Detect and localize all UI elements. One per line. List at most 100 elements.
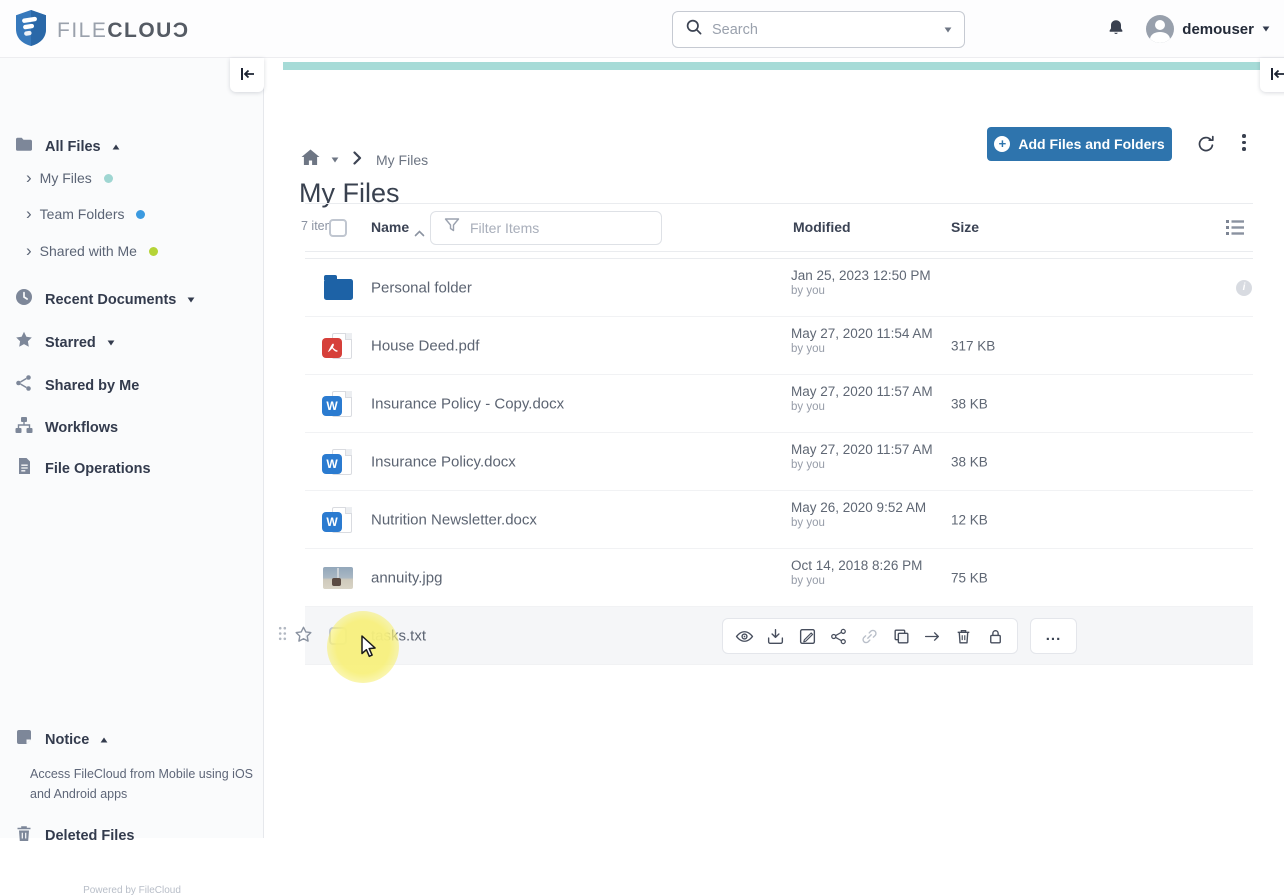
more-options-kebab-button[interactable] bbox=[1238, 130, 1250, 155]
link-icon[interactable] bbox=[857, 623, 883, 649]
sidebar-item-my-files[interactable]: › My Files bbox=[26, 170, 113, 186]
logo-text: FILECLOUƆ bbox=[57, 19, 190, 43]
filter-items-input[interactable] bbox=[470, 220, 651, 236]
modified-date: May 27, 2020 11:54 AM bbox=[791, 326, 933, 341]
file-name[interactable]: Nutrition Newsletter.docx bbox=[371, 511, 537, 528]
sort-ascending-icon[interactable] bbox=[414, 224, 425, 242]
plus-circle-icon: + bbox=[994, 136, 1010, 152]
folder-icon bbox=[322, 274, 354, 302]
add-files-button[interactable]: + Add Files and Folders bbox=[987, 127, 1172, 161]
home-icon[interactable] bbox=[300, 148, 321, 172]
sidebar-item-shared-by-me[interactable]: Shared by Me bbox=[14, 373, 139, 398]
sidebar-item-deleted-files[interactable]: Deleted Files bbox=[14, 823, 134, 848]
word-file-icon: W bbox=[322, 448, 354, 476]
sidebar-collapse-button[interactable] bbox=[230, 58, 264, 92]
status-dot bbox=[104, 174, 113, 183]
modified-by: by you bbox=[791, 343, 933, 355]
panel-collapse-button[interactable] bbox=[1260, 58, 1284, 92]
file-name[interactable]: Insurance Policy - Copy.docx bbox=[371, 395, 564, 412]
word-file-icon: W bbox=[322, 390, 354, 418]
image-thumbnail bbox=[322, 564, 354, 592]
name-column-header[interactable]: Name bbox=[371, 219, 409, 235]
click-highlight bbox=[327, 611, 399, 683]
modified-by: by you bbox=[791, 459, 933, 471]
sidebar-item-recent-documents[interactable]: Recent Documents bbox=[14, 287, 195, 312]
user-menu[interactable]: demouser bbox=[1146, 15, 1270, 43]
edit-icon[interactable] bbox=[794, 623, 820, 649]
sidebar-item-file-operations[interactable]: File Operations bbox=[14, 456, 151, 481]
sidebar-item-starred[interactable]: Starred bbox=[14, 330, 115, 355]
file-list: W Personal folder Jan 25, 2023 12:50 PM … bbox=[305, 258, 1253, 665]
file-size: 38 KB bbox=[951, 396, 988, 411]
breadcrumb-caret-icon[interactable] bbox=[332, 157, 339, 162]
select-all-checkbox[interactable] bbox=[329, 219, 347, 237]
search-input[interactable] bbox=[712, 22, 935, 38]
refresh-button[interactable] bbox=[1192, 130, 1220, 161]
sidebar-item-team-folders[interactable]: › Team Folders bbox=[26, 206, 145, 222]
info-icon[interactable]: i bbox=[1236, 280, 1252, 296]
size-column-header[interactable]: Size bbox=[951, 219, 979, 235]
file-name[interactable]: House Deed.pdf bbox=[371, 337, 479, 354]
notice-text: Access FileCloud from Mobile using iOS a… bbox=[30, 764, 254, 804]
row-checkbox[interactable] bbox=[329, 627, 347, 645]
modified-date: May 27, 2020 11:57 AM bbox=[791, 442, 933, 457]
star-toggle-icon[interactable] bbox=[294, 625, 313, 646]
table-header: Name Modified Size bbox=[305, 203, 1253, 252]
breadcrumb: My Files bbox=[300, 148, 428, 172]
breadcrumb-chevron-icon bbox=[353, 151, 362, 170]
file-size: 38 KB bbox=[951, 454, 988, 469]
delete-trash-icon[interactable] bbox=[951, 623, 977, 649]
workflow-icon bbox=[14, 415, 34, 440]
table-row[interactable]: W Insurance Policy.docx May 27, 2020 11:… bbox=[305, 433, 1253, 491]
table-row[interactable]: W Nutrition Newsletter.docx May 26, 2020… bbox=[305, 491, 1253, 549]
sidebar-item-all-files[interactable]: All Files bbox=[14, 134, 120, 159]
row-more-button[interactable]: ... bbox=[1030, 618, 1077, 654]
collapse-left-icon bbox=[239, 66, 256, 85]
preview-eye-icon[interactable] bbox=[732, 623, 758, 649]
modified-cell: May 26, 2020 9:52 AM by you bbox=[791, 500, 926, 529]
powered-by-label: Powered by FileCloud bbox=[0, 885, 264, 896]
file-name[interactable]: annuity.jpg bbox=[371, 569, 442, 586]
search-box[interactable] bbox=[672, 11, 965, 48]
status-dot bbox=[136, 210, 145, 219]
share-nodes-icon bbox=[14, 373, 34, 398]
move-arrow-icon[interactable] bbox=[920, 623, 946, 649]
chevron-right-icon: › bbox=[26, 173, 32, 183]
table-row[interactable]: W Insurance Policy - Copy.docx May 27, 2… bbox=[305, 375, 1253, 433]
share-icon[interactable] bbox=[826, 623, 852, 649]
file-name[interactable]: Insurance Policy.docx bbox=[371, 453, 516, 470]
list-view-toggle-button[interactable] bbox=[1221, 215, 1249, 243]
caret-up-icon bbox=[101, 737, 108, 742]
breadcrumb-current[interactable]: My Files bbox=[376, 152, 428, 168]
chevron-right-icon: › bbox=[26, 209, 32, 219]
kebab-icon bbox=[1242, 134, 1246, 151]
drag-handle-icon[interactable] bbox=[278, 626, 287, 646]
sidebar-item-shared-with-me[interactable]: › Shared with Me bbox=[26, 243, 158, 259]
file-name[interactable]: Personal folder bbox=[371, 279, 472, 296]
star-icon bbox=[14, 330, 34, 355]
table-row[interactable]: W House Deed.pdf May 27, 2020 11:54 AM b… bbox=[305, 317, 1253, 375]
trash-icon bbox=[14, 823, 34, 848]
sidebar-item-workflows[interactable]: Workflows bbox=[14, 415, 118, 440]
word-file-icon: W bbox=[322, 506, 354, 534]
filecloud-app: { "colors": { "accent_blue": "#2e74ad", … bbox=[0, 0, 1284, 838]
file-size: 75 KB bbox=[951, 570, 988, 585]
clock-icon bbox=[14, 287, 34, 312]
modified-cell: May 27, 2020 11:57 AM by you bbox=[791, 442, 933, 471]
modified-date: Jan 25, 2023 12:50 PM bbox=[791, 268, 931, 283]
search-dropdown-caret-icon[interactable] bbox=[945, 27, 952, 32]
notifications-bell-icon[interactable] bbox=[1102, 14, 1130, 45]
username: demouser bbox=[1182, 21, 1254, 38]
download-icon[interactable] bbox=[763, 623, 789, 649]
table-row[interactable]: W annuity.jpg Oct 14, 2018 8:26 PM by yo… bbox=[305, 549, 1253, 607]
table-row[interactable]: W tasks.txt bbox=[305, 607, 1253, 665]
modified-column-header[interactable]: Modified bbox=[793, 219, 851, 235]
filecloud-logo[interactable]: FILECLOUƆ bbox=[14, 9, 190, 52]
caret-up-icon bbox=[112, 144, 119, 149]
lock-icon[interactable] bbox=[982, 623, 1008, 649]
copy-icon[interactable] bbox=[888, 623, 914, 649]
filter-box[interactable] bbox=[430, 211, 662, 245]
file-name[interactable]: tasks.txt bbox=[371, 627, 426, 644]
sidebar-item-notice[interactable]: Notice bbox=[14, 727, 108, 752]
table-row[interactable]: W Personal folder Jan 25, 2023 12:50 PM … bbox=[305, 259, 1253, 317]
